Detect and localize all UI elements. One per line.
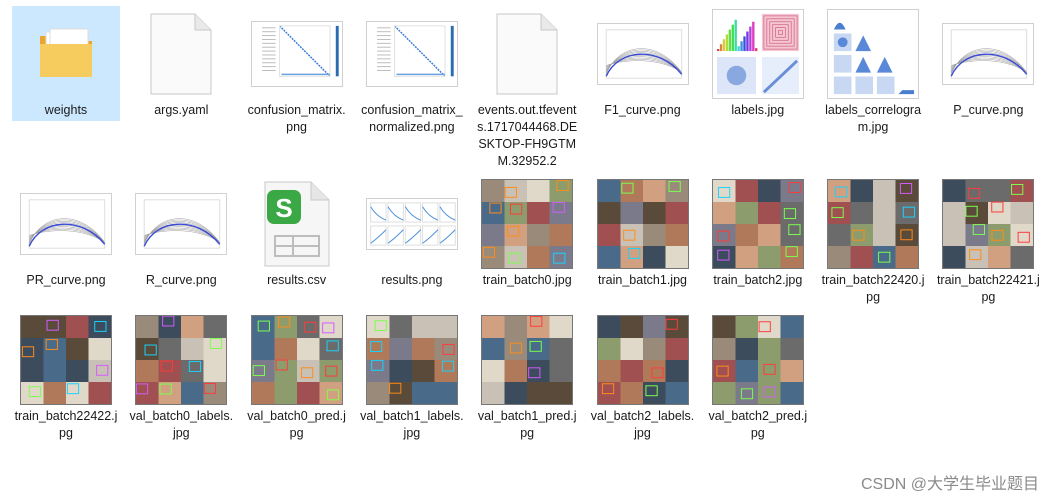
- file-name: train_batch0.jpg: [482, 273, 572, 287]
- file-item[interactable]: events.out.tfevents.1717044468.DESKTOP-F…: [473, 6, 581, 172]
- file-name: events.out.tfevents.1717044468.DESKTOP-F…: [477, 103, 578, 168]
- file-name: val_batch0_pred.jpg: [247, 409, 346, 440]
- image-thumbnail: [934, 6, 1042, 102]
- file-item[interactable]: train_batch2.jpg: [704, 176, 812, 291]
- image-thumbnail: [819, 6, 927, 102]
- file-name: F1_curve.png: [604, 103, 681, 117]
- image-thumbnail: [243, 6, 351, 102]
- file-item[interactable]: train_batch0.jpg: [473, 176, 581, 291]
- image-thumbnail: [704, 312, 812, 408]
- image-thumbnail: [127, 176, 235, 272]
- image-thumbnail: [358, 6, 466, 102]
- file-name: args.yaml: [154, 103, 209, 117]
- image-thumbnail: [934, 176, 1042, 272]
- file-name: val_batch0_labels.jpg: [129, 409, 234, 440]
- file-item[interactable]: train_batch22420.jpg: [819, 176, 927, 308]
- file-name: train_batch22420.jpg: [821, 273, 925, 304]
- file-name: labels.jpg: [731, 103, 785, 117]
- image-thumbnail: [12, 312, 120, 408]
- file-name: P_curve.png: [953, 103, 1024, 117]
- spreadsheet-icon: S: [243, 176, 351, 272]
- image-thumbnail: [473, 176, 581, 272]
- file-name: results.csv: [267, 273, 327, 287]
- file-name: val_batch1_labels.jpg: [360, 409, 464, 440]
- file-item[interactable]: val_batch1_labels.jpg: [358, 312, 466, 444]
- file-item[interactable]: weights: [12, 6, 120, 121]
- folder-icon: [12, 6, 120, 102]
- file-name: PR_curve.png: [26, 273, 106, 287]
- image-thumbnail: [358, 176, 466, 272]
- image-thumbnail: [589, 312, 697, 408]
- file-item[interactable]: train_batch1.jpg: [589, 176, 697, 291]
- file-item[interactable]: val_batch2_pred.jpg: [704, 312, 812, 444]
- image-thumbnail: [358, 312, 466, 408]
- document-icon: [127, 6, 235, 102]
- file-item[interactable]: val_batch2_labels.jpg: [589, 312, 697, 444]
- image-thumbnail: [12, 176, 120, 272]
- image-thumbnail: [589, 6, 697, 102]
- file-item[interactable]: F1_curve.png: [589, 6, 697, 121]
- file-item[interactable]: confusion_matrix.png: [243, 6, 351, 138]
- file-name: train_batch22422.jpg: [14, 409, 118, 440]
- file-item[interactable]: labels_correlogram.jpg: [819, 6, 927, 138]
- file-name: results.png: [381, 273, 443, 287]
- file-name: val_batch2_labels.jpg: [590, 409, 695, 440]
- file-name: val_batch2_pred.jpg: [708, 409, 808, 440]
- file-item[interactable]: labels.jpg: [704, 6, 812, 121]
- image-thumbnail: [819, 176, 927, 272]
- file-name: train_batch1.jpg: [598, 273, 687, 287]
- file-name: R_curve.png: [145, 273, 217, 287]
- file-item[interactable]: train_batch22422.jpg: [12, 312, 120, 444]
- image-thumbnail: [589, 176, 697, 272]
- file-item[interactable]: results.png: [358, 176, 466, 291]
- file-item[interactable]: train_batch22421.jpg: [934, 176, 1042, 308]
- file-item[interactable]: confusion_matrix_normalized.png: [358, 6, 466, 138]
- image-thumbnail: [243, 312, 351, 408]
- image-thumbnail: [704, 6, 812, 102]
- file-item[interactable]: PR_curve.png: [12, 176, 120, 291]
- file-item[interactable]: val_batch0_pred.jpg: [243, 312, 351, 444]
- file-name: val_batch1_pred.jpg: [477, 409, 577, 440]
- file-name: train_batch22421.jpg: [936, 273, 1040, 304]
- image-thumbnail: [473, 312, 581, 408]
- file-name: confusion_matrix_normalized.png: [361, 103, 463, 134]
- file-item[interactable]: S results.csv: [243, 176, 351, 291]
- svg-text:S: S: [275, 193, 292, 223]
- watermark: CSDN @大学生毕业题目: [860, 476, 1039, 493]
- document-icon: [473, 6, 581, 102]
- file-name: weights: [44, 103, 88, 117]
- file-name: confusion_matrix.png: [247, 103, 346, 134]
- file-item[interactable]: val_batch1_pred.jpg: [473, 312, 581, 444]
- image-thumbnail: [127, 312, 235, 408]
- file-item[interactable]: val_batch0_labels.jpg: [127, 312, 235, 444]
- file-name: train_batch2.jpg: [713, 273, 803, 287]
- file-item[interactable]: P_curve.png: [934, 6, 1042, 121]
- file-item[interactable]: R_curve.png: [127, 176, 235, 291]
- image-thumbnail: [704, 176, 812, 272]
- file-item[interactable]: args.yaml: [127, 6, 235, 121]
- file-name: labels_correlogram.jpg: [825, 103, 922, 134]
